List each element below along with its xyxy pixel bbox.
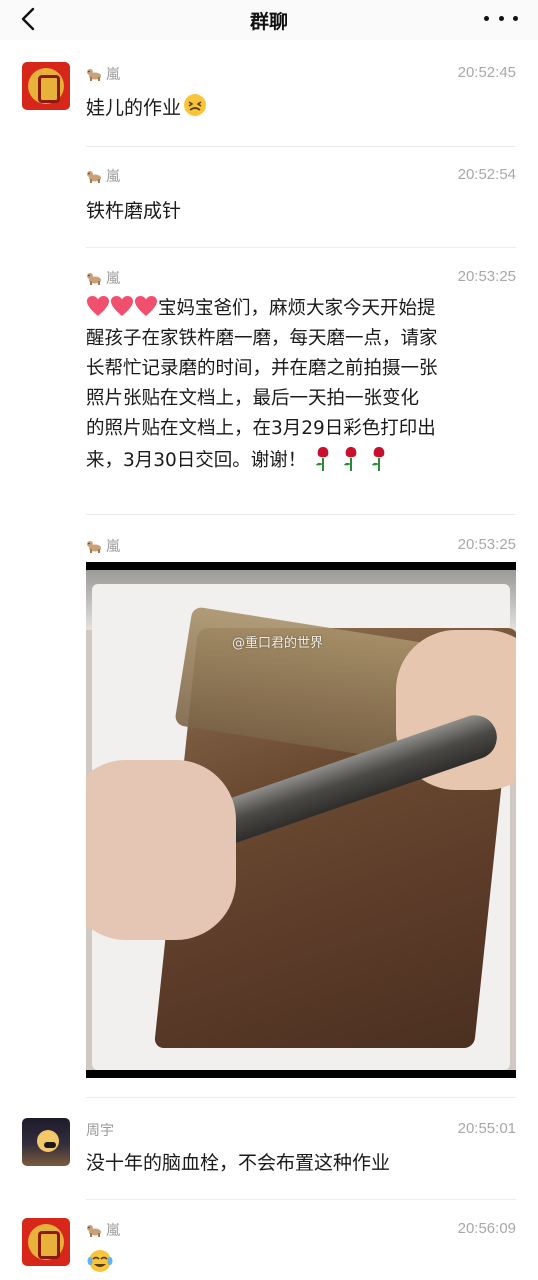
divider (86, 514, 516, 515)
message-text: 宝妈宝爸们，麻烦大家今天开始提 醒孩子在家铁杵磨一磨，每天磨一点，请家 长帮忙记… (86, 294, 518, 476)
message-line: 来，3月30日交回。谢谢！ (86, 444, 518, 476)
message-line: 照片张贴在文档上，最后一天拍一张变化 (86, 388, 420, 409)
seal-logo-icon (28, 68, 64, 104)
message-line-text: 来，3月30日交回。谢谢！ (86, 450, 307, 471)
rose-emoji-icon (372, 447, 385, 471)
message-text (86, 1248, 518, 1279)
crying-laughing-emoji-icon (87, 1250, 113, 1272)
sender-label: 嵐 (106, 539, 120, 555)
heart-emoji-icon (111, 296, 133, 316)
message-body: 娃儿的作业 (86, 97, 182, 119)
more-dot (498, 15, 504, 21)
message-line: 长帮忙记录磨的时间，并在磨之前拍摄一张 (86, 358, 438, 379)
message-line: 宝妈宝爸们，麻烦大家今天开始提 (86, 294, 518, 324)
more-options-button[interactable] (484, 6, 518, 30)
divider (86, 1199, 516, 1200)
sender-label: 嵐 (106, 169, 120, 185)
sender-name: 嵐 (86, 536, 120, 556)
persevering-face-emoji-icon (184, 94, 207, 116)
message-text: 娃儿的作业 (86, 93, 518, 122)
dog-icon (87, 273, 101, 285)
watermark: @重口君的世界 (232, 636, 324, 651)
dog-icon (87, 171, 101, 183)
sender-label: 嵐 (106, 1223, 120, 1239)
sender-name: 周宇 (86, 1123, 114, 1139)
message-line: 的照片贴在文档上，在3月29日彩色打印出 (86, 418, 436, 439)
avatar[interactable] (22, 62, 70, 110)
message-image[interactable]: @重口君的世界 (86, 562, 516, 1078)
sender-name: 嵐 (86, 166, 120, 186)
sender-label: 嵐 (106, 271, 120, 287)
sender-name: 嵐 (86, 1220, 120, 1240)
avatar[interactable] (22, 1218, 70, 1266)
rose-emoji-icon (316, 447, 329, 471)
top-bar: 群聊 (0, 0, 538, 40)
seal-logo-icon (28, 1224, 64, 1260)
divider (86, 1097, 516, 1098)
heart-emoji-icon (135, 296, 157, 316)
more-dots-icon (484, 15, 489, 21)
message-timestamp: 20:53:25 (457, 268, 516, 285)
message-line: 醒孩子在家铁杵磨一磨，每天磨一点，请家 (86, 328, 438, 349)
divider (86, 247, 516, 248)
heart-emoji-icon (87, 296, 109, 316)
dog-icon (87, 1225, 101, 1237)
message-line-text: 宝妈宝爸们，麻烦大家今天开始提 (158, 298, 436, 319)
message-text: 铁杵磨成针 (86, 200, 182, 222)
message-timestamp: 20:55:01 (457, 1120, 516, 1137)
message-text: 没十年的脑血栓，不会布置这种作业 (86, 1152, 391, 1174)
message-timestamp: 20:52:45 (457, 64, 516, 81)
sender-name: 嵐 (86, 268, 120, 288)
dog-icon (87, 541, 101, 553)
sender-name: 嵐 (86, 64, 120, 84)
message-timestamp: 20:53:25 (457, 536, 516, 553)
photo-content: @重口君的世界 (86, 570, 516, 1070)
divider (86, 146, 516, 147)
more-dot (513, 15, 518, 21)
sender-label: 嵐 (106, 67, 120, 83)
page-title: 群聊 (249, 11, 288, 33)
avatar[interactable] (22, 1118, 70, 1166)
rider-silhouette (44, 1142, 56, 1148)
message-timestamp: 20:52:54 (457, 166, 516, 183)
message-timestamp: 20:56:09 (457, 1220, 516, 1237)
moon-icon (37, 1130, 59, 1152)
left-hand (86, 760, 236, 940)
rose-emoji-icon (344, 447, 357, 471)
dog-icon (87, 69, 101, 81)
